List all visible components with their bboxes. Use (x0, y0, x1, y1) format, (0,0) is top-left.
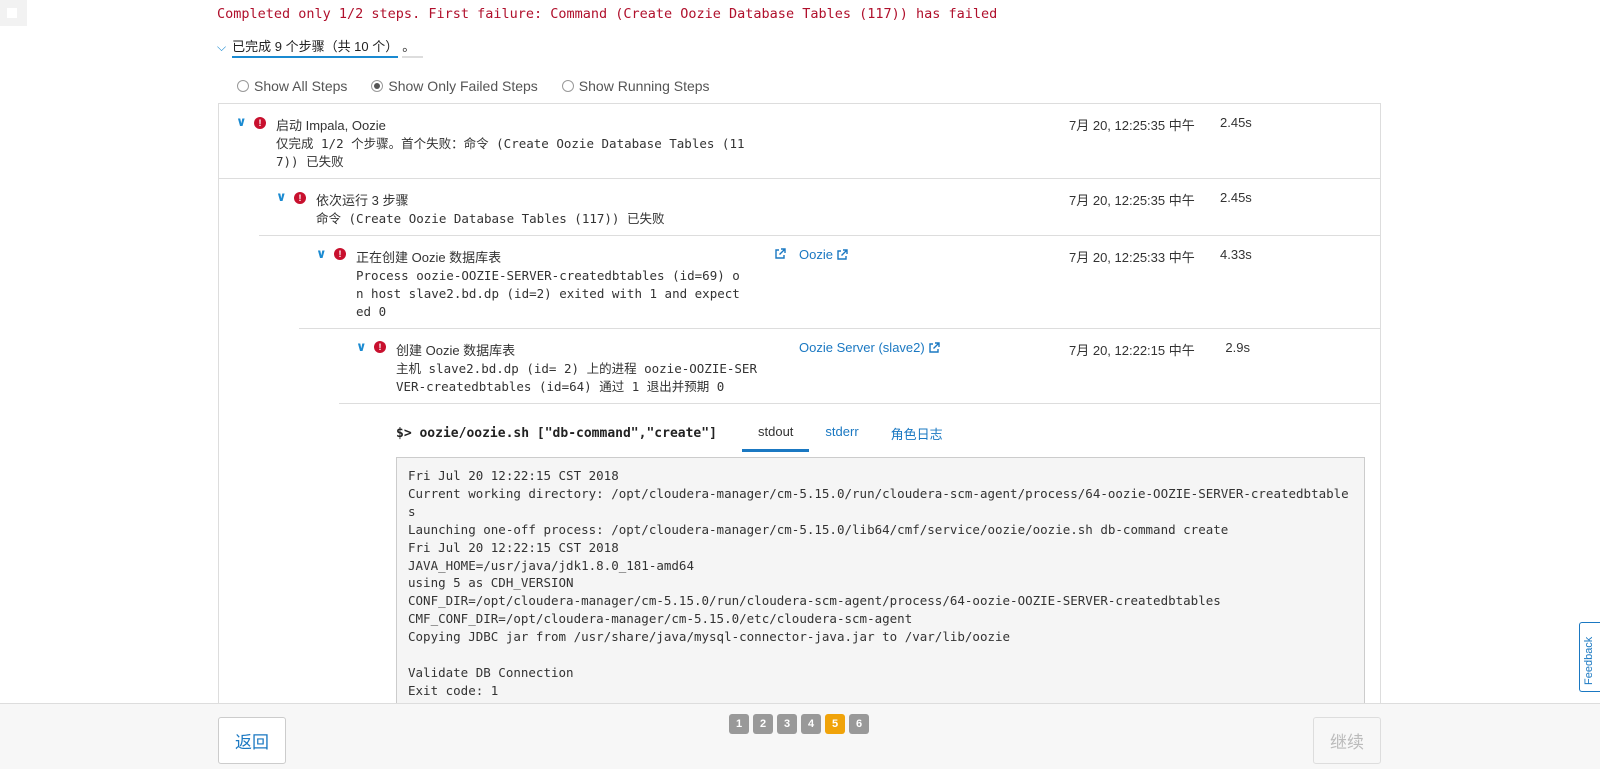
wizard-pagination: 1 2 3 4 5 6 (729, 714, 869, 734)
chevron-down-icon[interactable]: ∨ (276, 189, 287, 205)
top-left-placeholder (0, 0, 27, 26)
error-icon: ! (374, 341, 386, 353)
radio-button[interactable] (237, 80, 249, 92)
continue-button[interactable]: 继续 (1313, 717, 1381, 764)
step-row: ∨ ! 创建 Oozie 数据库表 主机 slave2.bd.dp (id= 2… (339, 329, 1380, 404)
error-icon: ! (294, 192, 306, 204)
filter-show-running-steps[interactable]: Show Running Steps (561, 78, 710, 94)
step-row: ∨ ! 启动 Impala, Oozie 仅完成 1/2 个步骤。首个失败：命令… (219, 104, 1380, 179)
feedback-label: Feedback (1583, 636, 1595, 685)
step-title: 启动 Impala, Oozie (276, 118, 386, 133)
step-timestamp: 7月 20, 12:22:15 中午 (1069, 343, 1195, 358)
chevron-down-icon: ⌵ (217, 39, 227, 54)
log-line: JAVA_HOME=/usr/java/jdk1.8.0_181-amd64 (408, 557, 694, 573)
steps-summary-text: 已完成 9 个步骤（共 10 个） (232, 36, 399, 58)
step-duration: 2.9s (1225, 340, 1250, 355)
feedback-tab[interactable]: Feedback (1579, 622, 1600, 692)
filter-label: Show All Steps (254, 78, 348, 94)
step-duration: 2.45s (1220, 115, 1252, 130)
log-line: Launching one-off process: /opt/cloudera… (408, 521, 1229, 537)
radio-button[interactable] (561, 80, 574, 92)
command-prompt: $> (396, 426, 412, 441)
service-link-oozie[interactable]: Oozie (799, 247, 848, 262)
step-timestamp: 7月 20, 12:25:35 中午 (1069, 118, 1195, 133)
page-2[interactable]: 2 (753, 714, 773, 734)
tab-stdout[interactable]: stdout (742, 416, 810, 452)
step-title: 依次运行 3 步骤 (316, 193, 409, 208)
filter-show-all-steps[interactable]: Show All Steps (237, 78, 347, 94)
log-line: CONF_DIR=/opt/cloudera-manager/cm-5.15.0… (408, 593, 1221, 609)
step-timestamp: 7月 20, 12:25:35 中午 (1069, 193, 1195, 208)
page-4[interactable]: 4 (801, 714, 821, 734)
page-6[interactable]: 6 (849, 714, 869, 734)
log-output[interactable]: Fri Jul 20 12:22:15 CST 2018 Current wor… (396, 457, 1365, 707)
back-button[interactable]: 返回 (218, 717, 286, 764)
radio-button[interactable] (371, 80, 384, 92)
page-3[interactable]: 3 (777, 714, 797, 734)
step-row: ∨ ! 依次运行 3 步骤 命令 (Create Oozie Database … (259, 179, 1380, 236)
step-title: 正在创建 Oozie 数据库表 (356, 250, 502, 265)
step-description: 命令 (Create Oozie Database Tables (117)) … (316, 211, 665, 226)
steps-summary-suffix: 。 (402, 36, 424, 58)
step-row: ∨ ! 正在创建 Oozie 数据库表 Process oozie-OOZIE-… (299, 236, 1380, 329)
error-icon: ! (334, 248, 346, 260)
log-line: Fri Jul 20 12:22:15 CST 2018 (408, 539, 619, 555)
step-description: 仅完成 1/2 个步骤。首个失败：命令 (Create Oozie Databa… (276, 136, 745, 169)
external-link-icon (929, 341, 940, 353)
step-duration: 4.33s (1220, 247, 1252, 262)
tab-role-log[interactable]: 角色日志 (875, 416, 959, 452)
log-line: Fri Jul 20 12:22:15 CST 2018 (408, 468, 619, 483)
role-link-oozie-server[interactable]: Oozie Server (slave2) (799, 340, 940, 355)
filter-show-only-failed-steps[interactable]: Show Only Failed Steps (371, 78, 538, 94)
command-text: oozie/oozie.sh ["db-command","create"] (419, 426, 717, 441)
service-link-label: Oozie (799, 247, 833, 262)
step-filter-group: Show All Steps Show Only Failed Steps Sh… (237, 78, 710, 94)
page-1[interactable]: 1 (729, 714, 749, 734)
chevron-down-icon[interactable]: ∨ (236, 114, 247, 130)
log-line: Current working directory: /opt/cloudera… (408, 485, 1349, 519)
steps-summary-toggle[interactable]: ⌵ 已完成 9 个步骤（共 10 个） 。 (217, 36, 424, 58)
step-timestamp: 7月 20, 12:25:33 中午 (1069, 250, 1195, 265)
chevron-down-icon[interactable]: ∨ (356, 339, 367, 355)
step-description: Process oozie-OOZIE-SERVER-createdbtable… (356, 268, 740, 319)
step-duration: 2.45s (1220, 190, 1252, 205)
log-line: Exit code: 1 (408, 682, 499, 698)
filter-label: Show Only Failed Steps (388, 78, 538, 94)
tab-stderr[interactable]: stderr (809, 416, 874, 452)
external-link-icon (837, 248, 848, 260)
chevron-down-icon[interactable]: ∨ (316, 246, 327, 262)
log-line: Copying JDBC jar from /usr/share/java/my… (408, 629, 1011, 645)
step-description: 主机 slave2.bd.dp (id= 2) 上的进程 oozie-OOZIE… (396, 361, 757, 394)
command-line: $> oozie/oozie.sh ["db-command","create"… (396, 426, 717, 441)
role-link-label: Oozie Server (slave2) (799, 340, 925, 355)
log-line: using 5 as CDH_VERSION (408, 575, 574, 591)
step-title: 创建 Oozie 数据库表 (396, 343, 516, 358)
error-icon: ! (254, 117, 266, 129)
log-tabs: stdout stderr 角色日志 (742, 416, 959, 452)
log-line: CMF_CONF_DIR=/opt/cloudera-manager/cm-5.… (408, 611, 913, 627)
wizard-footer: 返回 1 2 3 4 5 6 继续 (0, 703, 1600, 769)
log-line: Validate DB Connection (408, 664, 574, 680)
page-5-current[interactable]: 5 (825, 714, 845, 734)
external-link-icon[interactable] (774, 248, 786, 260)
filter-label: Show Running Steps (578, 78, 710, 94)
failure-message: Completed only 1/2 steps. First failure:… (217, 6, 998, 22)
